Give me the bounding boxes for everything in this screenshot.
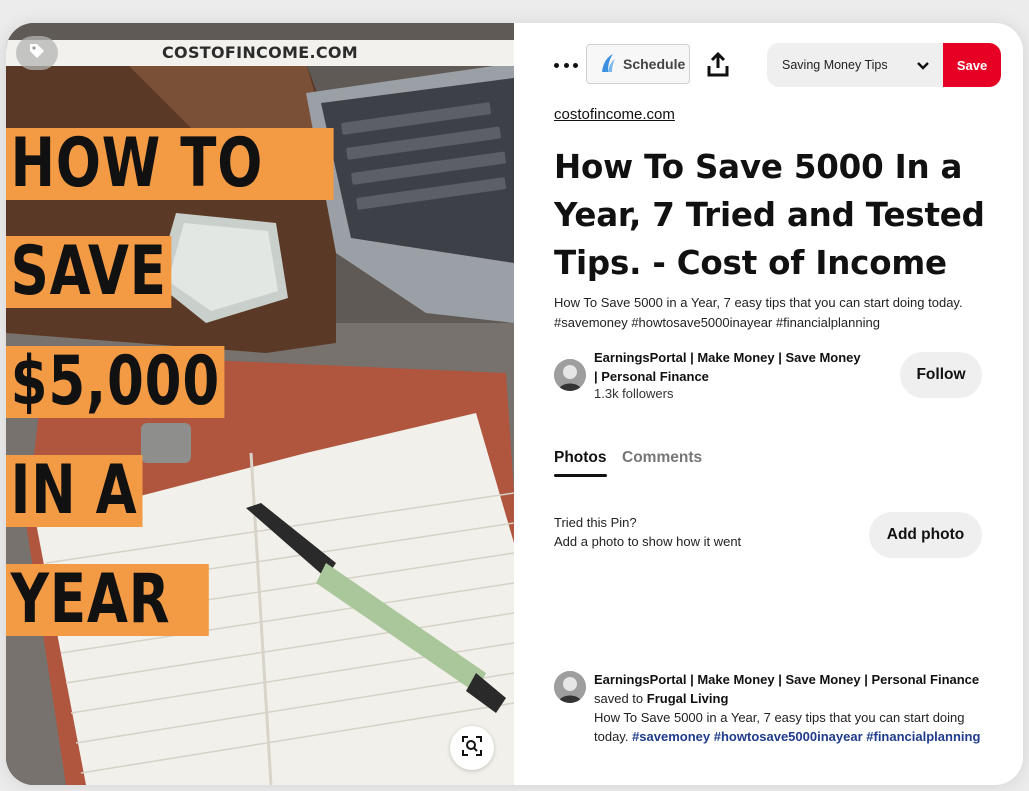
site-banner: COSTOFINCOME.COM xyxy=(6,40,514,66)
creator-name[interactable]: EarningsPortal | Make Money | Save Money… xyxy=(594,348,864,386)
headline-line-1: HOW TO xyxy=(6,128,334,200)
tried-pin-question: Tried this Pin? xyxy=(554,515,637,530)
pin-image[interactable]: COSTOFINCOME.COM HOW TO SAVE $5,000 IN A… xyxy=(6,23,514,785)
hashtag-link[interactable]: #financialplanning xyxy=(866,729,980,744)
tag-icon xyxy=(28,42,46,65)
headline-line-3: $5,000 xyxy=(6,346,225,418)
more-dots-icon xyxy=(554,62,559,68)
board-select-value: Saving Money Tips xyxy=(782,58,888,72)
pin-closeup-card: COSTOFINCOME.COM HOW TO SAVE $5,000 IN A… xyxy=(6,23,1023,785)
hashtag-link[interactable]: #howtosave5000inayear xyxy=(714,729,863,744)
tailwind-logo-icon xyxy=(599,53,617,76)
headline-line-4: IN A xyxy=(6,455,143,527)
save-button[interactable]: Save xyxy=(943,43,1001,87)
tab-photos[interactable]: Photos xyxy=(554,449,607,477)
board-select-dropdown[interactable]: Saving Money Tips xyxy=(767,43,943,87)
tried-pin-prompt: Tried this Pin? Add a photo to show how … xyxy=(554,513,741,551)
activity-action: saved to xyxy=(594,691,644,706)
hashtag-link[interactable]: #savemoney xyxy=(632,729,710,744)
tried-pin-hint: Add a photo to show how it went xyxy=(554,534,742,549)
pin-details-panel: Schedule Saving Money Tips Save costofin… xyxy=(514,23,1023,785)
chevron-down-icon xyxy=(915,57,931,76)
visual-search-button[interactable] xyxy=(450,726,494,770)
follow-button[interactable]: Follow xyxy=(900,352,982,398)
activity-text: EarningsPortal | Make Money | Save Money… xyxy=(594,670,994,746)
share-upload-icon xyxy=(706,51,730,82)
pin-title: How To Save 5000 In a Year, 7 Tried and … xyxy=(554,148,985,282)
add-photo-button[interactable]: Add photo xyxy=(869,512,982,558)
tag-button[interactable] xyxy=(16,36,58,70)
pin-description: How To Save 5000 in a Year, 7 easy tips … xyxy=(554,295,963,330)
headline-line-5: YEAR xyxy=(6,564,209,636)
visual-search-lens-icon xyxy=(461,735,483,762)
schedule-label: Schedule xyxy=(623,56,686,72)
source-link[interactable]: costofincome.com xyxy=(554,106,675,123)
pin-toolbar: Schedule Saving Money Tips Save xyxy=(514,43,1023,87)
avatar[interactable] xyxy=(554,359,586,391)
more-options-button[interactable] xyxy=(554,55,578,75)
headline-line-2: SAVE xyxy=(6,236,172,308)
activity-user[interactable]: EarningsPortal | Make Money | Save Money… xyxy=(594,672,979,687)
schedule-button[interactable]: Schedule xyxy=(586,44,690,84)
activity-avatar[interactable] xyxy=(554,671,586,703)
creator-followers: 1.3k followers xyxy=(594,386,674,401)
tab-comments[interactable]: Comments xyxy=(622,449,702,467)
activity-board[interactable]: Frugal Living xyxy=(647,691,729,706)
share-button[interactable] xyxy=(706,51,730,78)
